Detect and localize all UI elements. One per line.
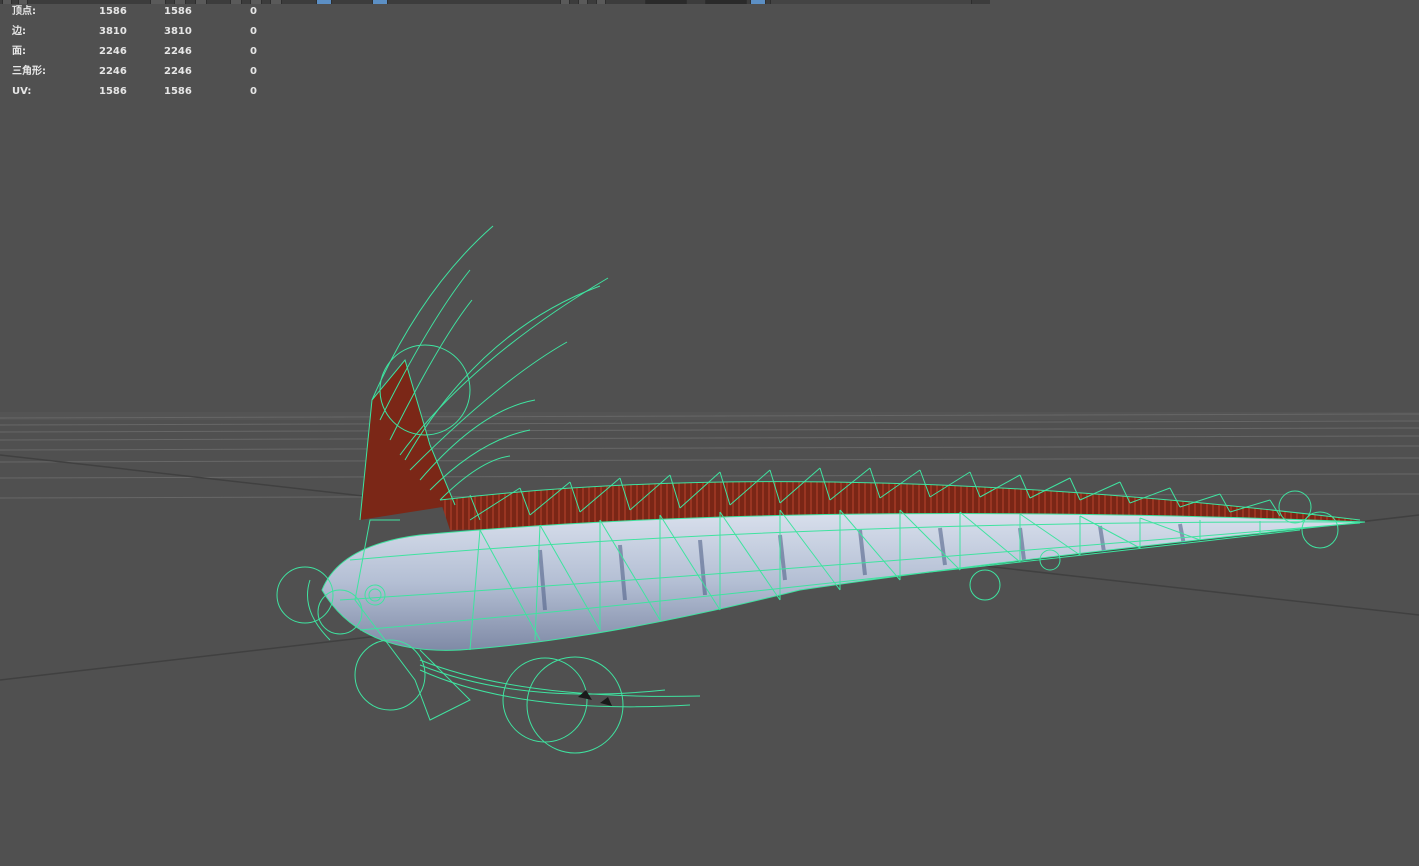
- hud-value: 1586: [164, 86, 192, 97]
- hud-row-edges: 边: 3810 3810 0: [0, 26, 270, 46]
- hud-value: 0: [250, 66, 257, 77]
- heads-up-display-stats: 顶点: 1586 1586 0 边: 3810 3810 0 面: 2246 2…: [0, 0, 270, 100]
- hud-row-uvs: UV: 1586 1586 0: [0, 86, 270, 106]
- bone-markers: [578, 690, 612, 706]
- hud-label: 三角形:: [12, 66, 46, 77]
- toolbar-button[interactable]: [750, 0, 766, 4]
- toolbar-button[interactable]: [596, 0, 606, 4]
- hud-value: 0: [250, 6, 257, 17]
- hud-value: 1586: [164, 6, 192, 17]
- hud-value: 3810: [164, 26, 192, 37]
- hud-row-faces: 面: 2246 2246 0: [0, 46, 270, 66]
- hud-row-triangles: 三角形: 2246 2246 0: [0, 66, 270, 86]
- hud-value: 1586: [99, 86, 127, 97]
- hud-row-vertices: 顶点: 1586 1586 0: [0, 6, 270, 26]
- hud-value: 3810: [99, 26, 127, 37]
- scene-canvas[interactable]: [0, 0, 1419, 866]
- hud-value: 2246: [164, 66, 192, 77]
- toolbar-button[interactable]: [578, 0, 588, 4]
- hud-value: 2246: [99, 46, 127, 57]
- hud-value: 0: [250, 86, 257, 97]
- toolbar-field[interactable]: [705, 0, 747, 4]
- hud-label: 边:: [12, 26, 26, 37]
- toolbar-colorspace-dropdown[interactable]: [770, 0, 972, 4]
- hud-value: 0: [250, 26, 257, 37]
- hud-value: 1586: [99, 6, 127, 17]
- hud-label: UV:: [12, 86, 32, 97]
- hud-value: 2246: [164, 46, 192, 57]
- hud-label: 顶点:: [12, 6, 36, 17]
- toolbar-button[interactable]: [560, 0, 570, 4]
- hud-value: 0: [250, 46, 257, 57]
- toolbar-button[interactable]: [270, 0, 282, 4]
- toolbar-button[interactable]: [372, 0, 388, 4]
- dorsal-fin: [360, 360, 1360, 530]
- viewport-3d[interactable]: 顶点: 1586 1586 0 边: 3810 3810 0 面: 2246 2…: [0, 0, 1419, 866]
- toolbar-field[interactable]: [645, 0, 687, 4]
- hud-label: 面:: [12, 46, 26, 57]
- hud-value: 2246: [99, 66, 127, 77]
- toolbar-button[interactable]: [316, 0, 332, 4]
